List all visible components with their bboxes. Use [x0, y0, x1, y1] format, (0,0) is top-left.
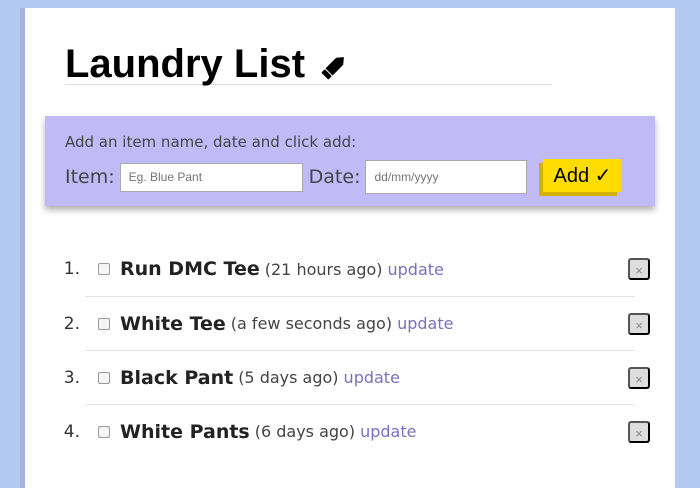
- add-item-form: Item: Date: Add ✓: [65, 158, 635, 194]
- item-checkbox[interactable]: [98, 263, 110, 275]
- delete-button[interactable]: ×: [628, 420, 650, 443]
- list-item: 1. Run DMC Tee (21 hours ago) update ×: [60, 242, 650, 296]
- item-checkbox[interactable]: [98, 371, 110, 384]
- list-item: 3. Black Pant (5 days ago) update ×: [64, 350, 650, 404]
- add-button[interactable]: Add ✓: [543, 158, 622, 192]
- item-number: 1.: [63, 259, 80, 279]
- delete-button[interactable]: ×: [628, 366, 650, 389]
- item-number: 4.: [63, 421, 80, 442]
- update-link[interactable]: update: [388, 260, 444, 279]
- page-title: Laundry List: [65, 44, 552, 85]
- item-checkbox[interactable]: [98, 425, 110, 438]
- laundry-list: 1. Run DMC Tee (21 hours ago) update × 2.…: [60, 242, 650, 458]
- item-name: White Pants: [120, 420, 250, 443]
- list-item: 2. White Tee (a few seconds ago) update …: [64, 296, 650, 350]
- main-card: Laundry List Add an item name, date and …: [25, 8, 675, 488]
- item-name: Run DMC Tee: [120, 258, 260, 280]
- pencil-icon: [321, 57, 344, 80]
- update-link[interactable]: update: [360, 422, 416, 441]
- update-link[interactable]: update: [344, 368, 400, 387]
- item-time-ago: (21 hours ago): [264, 259, 383, 279]
- item-number: 2.: [63, 313, 80, 334]
- form-hint: Add an item name, date and click add:: [65, 133, 357, 151]
- add-item-panel: Add an item name, date and click add: It…: [45, 116, 655, 206]
- delete-button[interactable]: ×: [628, 258, 650, 280]
- item-input[interactable]: [119, 162, 303, 192]
- list-item: 4. White Pants (6 days ago) update ×: [64, 404, 650, 458]
- title-text: Laundry List: [65, 42, 306, 86]
- item-time-ago: (6 days ago): [254, 422, 356, 441]
- item-name: Black Pant: [120, 366, 234, 389]
- item-name: White Tee: [120, 312, 226, 335]
- update-link[interactable]: update: [397, 314, 453, 333]
- date-label: Date:: [308, 166, 361, 188]
- item-time-ago: (5 days ago): [238, 368, 339, 387]
- item-time-ago: (a few seconds ago): [230, 314, 393, 333]
- item-number: 3.: [63, 367, 80, 388]
- item-checkbox[interactable]: [98, 317, 110, 330]
- item-label: Item:: [65, 166, 115, 188]
- delete-button[interactable]: ×: [628, 312, 650, 335]
- date-input[interactable]: [365, 160, 528, 194]
